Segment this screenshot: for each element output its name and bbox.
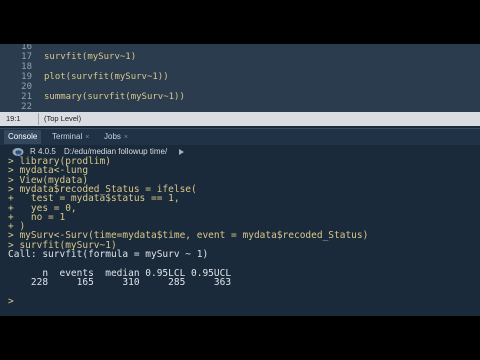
console-output[interactable]: > library(prodlim) > mydata<-lung > View(m… xyxy=(0,156,480,316)
code-line[interactable]: plot(survfit(mySurv~1)) xyxy=(44,72,169,83)
scope-selector[interactable]: (Top Level) xyxy=(44,114,81,123)
cursor-position: 19:1 xyxy=(6,114,21,123)
console-output-line: Call: survfit(formula = mySurv ~ 1) xyxy=(8,249,209,260)
editor-status-bar: 19:1 (Top Level) xyxy=(0,112,480,126)
status-divider xyxy=(38,113,39,125)
tab-console[interactable]: Console xyxy=(4,130,42,144)
go-to-directory-icon[interactable] xyxy=(178,148,186,156)
r-version: R 4.0.5 xyxy=(30,147,56,156)
tab-console-label: Console xyxy=(8,132,38,141)
tab-terminal[interactable]: Terminal × xyxy=(48,130,93,144)
close-icon[interactable]: × xyxy=(124,134,128,141)
close-icon[interactable]: × xyxy=(85,134,89,141)
tab-jobs[interactable]: Jobs × xyxy=(100,130,132,144)
console-output-line: 228 165 310 285 363 xyxy=(8,276,232,288)
console-command-line: > xyxy=(8,295,14,307)
code-line[interactable]: survfit(mySurv~1) xyxy=(44,52,136,63)
code-line[interactable]: summary(survfit(mySurv~1)) xyxy=(44,92,185,103)
console-tab-bar: Console Terminal × Jobs × xyxy=(0,128,480,145)
working-directory[interactable]: D:/edu/median followup time/ xyxy=(64,147,167,156)
tab-terminal-label: Terminal xyxy=(52,132,83,141)
tab-jobs-label: Jobs xyxy=(104,132,121,141)
source-editor[interactable]: 16 17 survfit(mySurv~1) 18 19 plot(survfit(my… xyxy=(0,44,480,112)
rstudio-window: 16 17 survfit(mySurv~1) 18 19 plot(survfit(my… xyxy=(0,44,480,316)
